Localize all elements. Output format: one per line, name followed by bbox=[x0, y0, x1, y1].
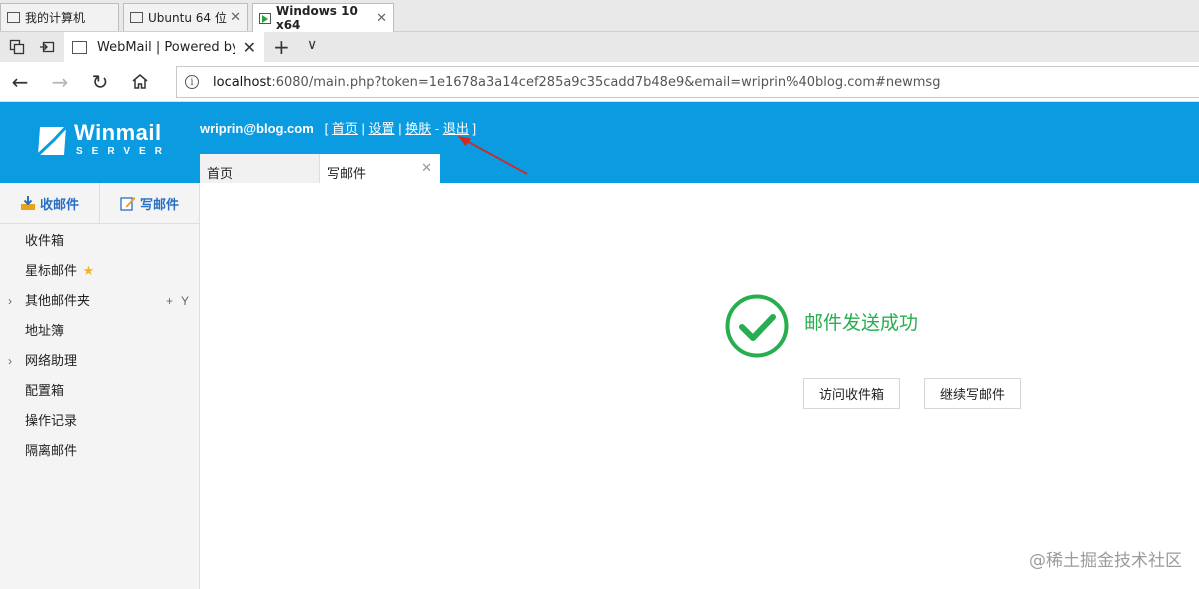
continue-compose-button[interactable]: 继续写邮件 bbox=[924, 378, 1021, 409]
tab-compose[interactable]: 写邮件 ✕ bbox=[319, 154, 440, 184]
home-icon[interactable] bbox=[128, 70, 152, 94]
sidebar-actions: 收邮件 写邮件 bbox=[0, 183, 199, 224]
sidebar-item-label: 操作记录 bbox=[25, 413, 78, 428]
compose-mail-label: 写邮件 bbox=[139, 196, 179, 212]
sidebar-item-label: 配置箱 bbox=[25, 383, 65, 398]
receive-mail-label: 收邮件 bbox=[39, 196, 79, 212]
sidebar-item-operation-log[interactable]: 操作记录 bbox=[0, 406, 199, 436]
close-icon[interactable]: ✕ bbox=[243, 38, 256, 57]
sidebar: 收邮件 写邮件 收件箱 星标邮件 ★ › 其他邮件夹 + Y 地址簿 › 网络助… bbox=[0, 183, 200, 589]
sidebar-item-label: 网络助理 bbox=[25, 353, 78, 368]
vm-icon bbox=[130, 12, 143, 23]
sidebar-item-other-folders[interactable]: › 其他邮件夹 + Y bbox=[0, 286, 199, 316]
forward-arrow-icon[interactable]: → bbox=[48, 70, 72, 94]
separator: | bbox=[398, 121, 402, 136]
close-icon[interactable]: ✕ bbox=[376, 11, 387, 26]
tab-home[interactable]: 首页 bbox=[200, 154, 319, 184]
sidebar-item-quarantine[interactable]: 隔离邮件 bbox=[0, 436, 199, 466]
monitor-icon bbox=[7, 12, 20, 23]
new-tab-plus-icon[interactable]: + bbox=[273, 35, 290, 59]
winmail-logo-mark bbox=[36, 125, 68, 157]
vm-tab-ubuntu[interactable]: Ubuntu 64 位 ✕ bbox=[123, 3, 248, 31]
compose-pencil-icon bbox=[120, 197, 136, 211]
chevron-right-icon[interactable]: › bbox=[8, 346, 12, 376]
tab-compose-label: 写邮件 bbox=[327, 166, 367, 181]
separator: | bbox=[361, 121, 365, 136]
vm-tab-my-computer[interactable]: 我的计算机 bbox=[0, 3, 119, 31]
filter-icon[interactable]: Y bbox=[181, 294, 189, 308]
add-folder-icon[interactable]: + bbox=[166, 294, 173, 308]
folder-tools: + Y bbox=[158, 286, 189, 316]
sidebar-item-label: 其他邮件夹 bbox=[25, 293, 91, 308]
vm-tab-label: Windows 10 x64 bbox=[275, 4, 358, 32]
url-path: :6080/main.php?token=1e1678a3a14cef285a9… bbox=[271, 74, 941, 90]
close-icon[interactable]: ✕ bbox=[421, 160, 432, 176]
sidebar-item-label: 收件箱 bbox=[25, 233, 65, 248]
sidebar-item-inbox[interactable]: 收件箱 bbox=[0, 226, 199, 256]
tab-sets-icon[interactable] bbox=[9, 39, 25, 55]
success-check-icon bbox=[725, 294, 789, 358]
compose-mail-button[interactable]: 写邮件 bbox=[100, 183, 199, 223]
tab-home-label: 首页 bbox=[207, 166, 234, 181]
annotation-arrow-icon bbox=[458, 136, 528, 175]
url-text: localhost:6080/main.php?token=1e1678a3a1… bbox=[213, 75, 940, 90]
visit-inbox-button[interactable]: 访问收件箱 bbox=[803, 378, 900, 409]
logo-text: Winmail bbox=[74, 120, 162, 145]
browser-tab-webmail[interactable]: WebMail | Powered by V ✕ bbox=[64, 32, 264, 62]
back-arrow-icon[interactable]: ← bbox=[8, 70, 32, 94]
success-message: 邮件发送成功 bbox=[804, 313, 919, 334]
refresh-icon[interactable]: ↻ bbox=[88, 70, 112, 94]
chevron-right-icon[interactable]: › bbox=[8, 286, 12, 316]
vm-tab-label: Ubuntu 64 位 bbox=[148, 11, 227, 25]
sidebar-item-network-assistant[interactable]: › 网络助理 bbox=[0, 346, 199, 376]
page-icon bbox=[72, 40, 87, 54]
receive-mail-button[interactable]: 收邮件 bbox=[0, 183, 100, 223]
close-icon[interactable]: ✕ bbox=[230, 10, 241, 25]
skin-link[interactable]: 换肤 bbox=[405, 121, 431, 136]
address-row: ← → ↻ i localhost:6080/main.php?token=1e… bbox=[0, 62, 1199, 102]
logo-subtext: SERVER bbox=[76, 146, 171, 157]
winmail-header: Winmail SERVER wriprin@blog.com [ 首页 | 设… bbox=[0, 102, 1199, 184]
vm-tab-strip: 我的计算机 Ubuntu 64 位 ✕ Windows 10 x64 ✕ bbox=[0, 0, 1199, 32]
vm-tab-label: 我的计算机 bbox=[25, 11, 86, 25]
home-link[interactable]: 首页 bbox=[332, 121, 358, 136]
sidebar-item-label: 隔离邮件 bbox=[25, 443, 78, 458]
sidebar-item-label: 星标邮件 bbox=[25, 263, 78, 278]
sidebar-item-starred[interactable]: 星标邮件 ★ bbox=[0, 256, 199, 286]
inbox-download-icon bbox=[20, 196, 35, 210]
bracket-open: [ bbox=[324, 121, 329, 136]
user-info-line: wriprin@blog.com [ 首页 | 设置 | 换肤 - 退出 ] bbox=[200, 118, 476, 137]
address-bar[interactable]: i localhost:6080/main.php?token=1e1678a3… bbox=[176, 66, 1199, 98]
browser-tab-title: WebMail | Powered by V bbox=[97, 39, 235, 55]
vm-tab-windows10[interactable]: Windows 10 x64 ✕ bbox=[252, 3, 394, 32]
chevron-down-icon[interactable]: ∨ bbox=[307, 37, 317, 53]
winmail-logo[interactable]: Winmail SERVER bbox=[36, 120, 166, 162]
separator: - bbox=[434, 121, 440, 136]
sidebar-item-config-box[interactable]: 配置箱 bbox=[0, 376, 199, 406]
star-icon: ★ bbox=[82, 263, 95, 278]
main-content: 邮件发送成功 访问收件箱 继续写邮件 bbox=[201, 183, 1199, 589]
sidebar-item-label: 地址簿 bbox=[25, 323, 65, 338]
folder-list: 收件箱 星标邮件 ★ › 其他邮件夹 + Y 地址簿 › 网络助理 配置箱 操作记… bbox=[0, 224, 199, 466]
sidebar-item-address-book[interactable]: 地址簿 bbox=[0, 316, 199, 346]
browser-tab-bar: WebMail | Powered by V ✕ + ∨ bbox=[0, 32, 1199, 62]
settings-link[interactable]: 设置 bbox=[369, 121, 395, 136]
info-icon[interactable]: i bbox=[185, 75, 199, 89]
user-email: wriprin@blog.com bbox=[200, 121, 314, 136]
vm-running-icon bbox=[259, 12, 271, 24]
tab-aside-icon[interactable] bbox=[39, 39, 55, 55]
url-host: localhost bbox=[213, 74, 272, 90]
watermark: @稀土掘金技术社区 bbox=[1029, 551, 1182, 571]
